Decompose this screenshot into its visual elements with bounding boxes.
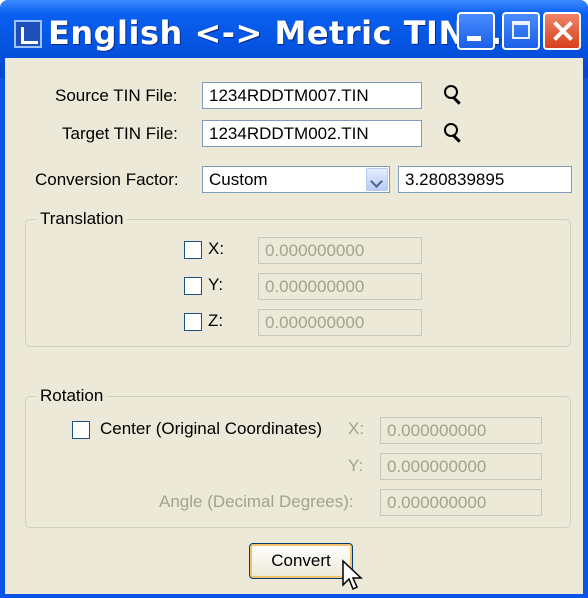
translation-group: Translation X: 0.000000000 Y: 0.00000000… (25, 209, 571, 347)
source-tin-label: Source TIN File: (55, 86, 178, 105)
rotation-y-field[interactable]: 0.000000000 (380, 453, 542, 480)
window-title: English <-> Metric TIN ... (48, 14, 516, 52)
convert-button[interactable]: Convert (249, 543, 353, 579)
translation-z-field[interactable]: 0.000000000 (258, 309, 422, 336)
target-browse-icon[interactable] (442, 122, 464, 144)
translation-y-field[interactable]: 0.000000000 (258, 273, 422, 300)
rotation-center-checkbox[interactable] (72, 421, 90, 439)
translation-y-checkbox[interactable] (184, 277, 202, 295)
source-browse-icon[interactable] (442, 84, 464, 106)
rotation-group: Rotation Center (Original Coordinates) X… (25, 386, 571, 528)
rotation-center-label: Center (Original Coordinates) (100, 419, 323, 438)
translation-y-label: Y: (208, 275, 224, 294)
translation-legend: Translation (36, 209, 128, 229)
close-icon[interactable] (543, 12, 581, 50)
minimize-icon[interactable] (457, 12, 495, 50)
rotation-legend: Rotation (36, 386, 108, 406)
rotation-x-field[interactable]: 0.000000000 (380, 417, 542, 444)
target-tin-label: Target TIN File: (62, 124, 178, 143)
dialog-window: English <-> Metric TIN ... Source TIN Fi… (0, 0, 588, 598)
translation-z-checkbox[interactable] (184, 313, 202, 331)
source-tin-field[interactable]: 1234RDDTM007.TIN (202, 82, 422, 109)
conversion-factor-input[interactable]: 3.280839895 (398, 166, 572, 193)
target-tin-field[interactable]: 1234RDDTM002.TIN (202, 120, 422, 147)
maximize-icon[interactable] (502, 12, 540, 50)
rotation-x-label: X: (348, 419, 365, 438)
conversion-factor-select[interactable]: Custom (202, 166, 390, 193)
translation-z-label: Z: (208, 311, 224, 330)
translation-x-field[interactable]: 0.000000000 (258, 237, 422, 264)
rotation-y-label: Y: (348, 456, 364, 475)
rotation-angle-field[interactable]: 0.000000000 (380, 489, 542, 516)
translation-x-checkbox[interactable] (184, 241, 202, 259)
chevron-down-icon[interactable] (366, 168, 388, 191)
dialog-body: Source TIN File: 1234RDDTM007.TIN Target… (5, 58, 583, 594)
app-icon (14, 20, 42, 48)
conversion-factor-label: Conversion Factor: (35, 170, 179, 189)
translation-x-label: X: (208, 239, 225, 258)
rotation-angle-label: Angle (Decimal Degrees): (159, 492, 354, 511)
conversion-factor-selected: Custom (209, 170, 268, 189)
mouse-cursor-icon (342, 559, 363, 591)
